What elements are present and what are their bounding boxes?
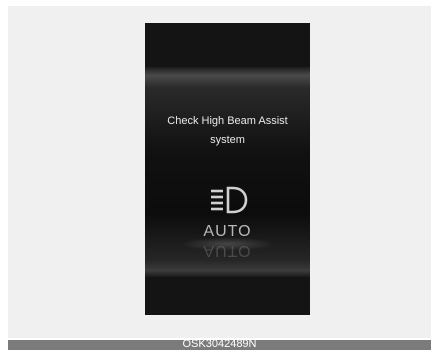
warning-message-line1: Check High Beam Assist — [167, 115, 288, 127]
warning-message: Check High Beam Assist system — [145, 112, 310, 150]
auto-mode-label: AUTO — [203, 223, 252, 240]
cluster-display: Check High Beam Assist system AUTO AUTO — [145, 23, 310, 315]
caption-bar: OSK3042489N — [8, 338, 431, 350]
warning-message-line2: system — [210, 134, 245, 146]
auto-mode-reflection: AUTO — [203, 242, 252, 259]
figure-code: OSK3042489N — [182, 338, 257, 350]
high-beam-headlamp-icon — [209, 185, 249, 217]
